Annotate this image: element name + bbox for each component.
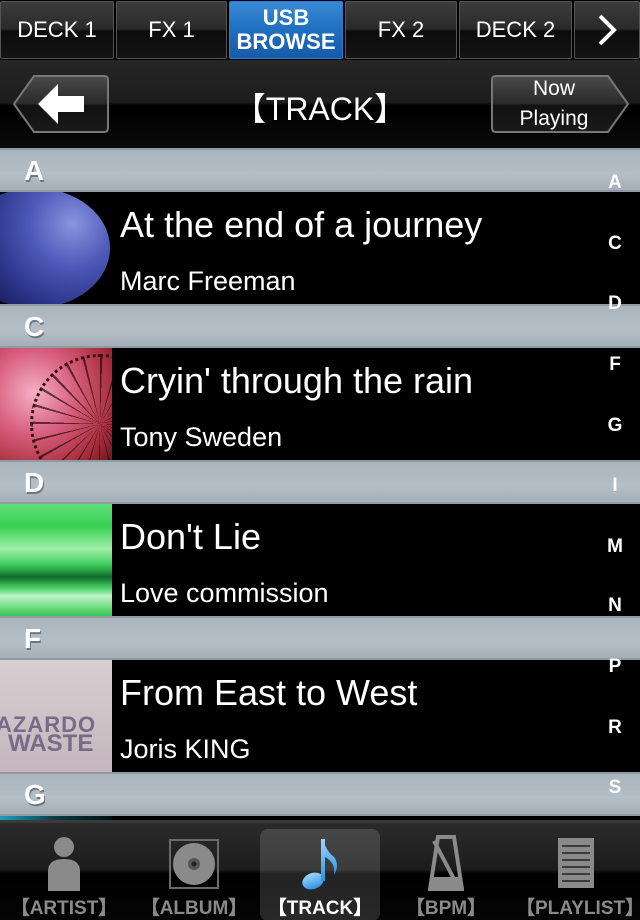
bottom-tab-bpm-label: 【BPM】	[405, 898, 487, 919]
disc-icon	[169, 839, 219, 889]
chevron-right-icon	[598, 14, 617, 46]
now-playing-label-line2: Playing	[519, 107, 589, 130]
album-art-planet	[0, 192, 112, 304]
now-playing-button[interactable]: Now Playing	[490, 74, 630, 134]
metronome-icon	[428, 835, 464, 891]
tab-fx-1-label: FX 1	[148, 17, 195, 42]
bottom-tab-album[interactable]: 【ALBUM】	[134, 829, 254, 920]
section-header-g: G	[0, 772, 640, 816]
now-playing-label-line1: Now	[532, 77, 575, 100]
index-letter[interactable]: I	[590, 475, 640, 497]
next-tabs-button[interactable]	[574, 1, 640, 59]
track-row[interactable]: AZARDO WASTE From East to West Joris KIN…	[0, 660, 640, 772]
bottom-tab-track-label: 【TRACK】	[267, 898, 373, 919]
index-letter[interactable]: M	[590, 536, 640, 558]
track-list[interactable]: A At the end of a journey Marc Freeman C…	[0, 148, 640, 820]
index-letter[interactable]: R	[590, 717, 640, 739]
album-art-ferris-wheel	[0, 348, 112, 460]
tab-deck-1[interactable]: DECK 1	[0, 1, 114, 59]
track-title: At the end of a journey	[120, 204, 483, 245]
bottom-tab-playlist[interactable]: 【PLAYLIST】	[516, 829, 640, 920]
track-title: Cryin' through the rain	[120, 360, 474, 401]
section-header-d: D	[0, 460, 640, 504]
top-tab-bar: DECK 1 FX 1 USB BROWSE FX 2 DECK 2	[0, 0, 640, 60]
bottom-tab-playlist-label: 【PLAYLIST】	[516, 898, 640, 919]
tab-deck-1-label: DECK 1	[17, 17, 97, 42]
music-note-icon	[302, 839, 337, 890]
bottom-tab-bar: 【ARTIST】 【ALBUM】 【TRACK】 【BPM】 【PLAYLIST…	[0, 820, 640, 920]
bottom-tab-track[interactable]: 【TRACK】	[260, 829, 380, 920]
tab-deck-2-label: DECK 2	[475, 17, 556, 42]
section-header-c: C	[0, 304, 640, 348]
tab-fx-1[interactable]: FX 1	[116, 1, 227, 59]
tab-usb-browse[interactable]: USB BROWSE	[229, 1, 343, 59]
index-letter[interactable]: D	[590, 293, 640, 315]
track-artist: Love commission	[120, 578, 329, 608]
section-letter: F	[24, 623, 42, 654]
section-letter: G	[24, 779, 46, 810]
section-letter: C	[24, 311, 45, 342]
index-letter[interactable]: P	[590, 656, 640, 678]
album-art-hazardous-waste: AZARDO WASTE	[0, 660, 112, 772]
tab-usb-browse-label-line1: USB	[262, 5, 310, 30]
bottom-tab-album-label: 【ALBUM】	[140, 898, 248, 919]
track-artist: Tony Sweden	[120, 422, 283, 452]
section-letter: D	[24, 467, 45, 498]
person-icon	[48, 837, 80, 891]
section-letter: A	[24, 155, 45, 186]
bottom-tab-bpm[interactable]: 【BPM】	[386, 829, 506, 920]
section-header-a: A	[0, 148, 640, 192]
tab-fx-2-label: FX 2	[377, 17, 425, 42]
index-letter[interactable]: S	[590, 777, 640, 799]
header-bar: 【TRACK】 Now Playing	[0, 60, 640, 148]
tab-usb-browse-label-line2: BROWSE	[236, 29, 336, 54]
alphabet-index[interactable]: A C D F G I M N P R S	[590, 148, 640, 820]
index-letter[interactable]: N	[590, 595, 640, 617]
section-header-f: F	[0, 616, 640, 660]
playlist-icon	[558, 838, 594, 888]
index-letter[interactable]: F	[590, 354, 640, 376]
track-artist: Joris KING	[120, 734, 251, 764]
track-title: Don't Lie	[120, 516, 261, 557]
tab-fx-2[interactable]: FX 2	[345, 1, 457, 59]
track-artist: Marc Freeman	[120, 266, 296, 296]
tab-deck-2[interactable]: DECK 2	[459, 1, 572, 59]
album-art-green-abstract	[0, 504, 112, 616]
bottom-tab-artist-label: 【ARTIST】	[10, 898, 118, 919]
index-letter[interactable]: G	[590, 415, 640, 437]
track-row[interactable]: At the end of a journey Marc Freeman	[0, 192, 640, 304]
album-art-text: WASTE	[8, 730, 94, 757]
track-row[interactable]: Don't Lie Love commission	[0, 504, 640, 616]
index-letter[interactable]: A	[590, 172, 640, 194]
bottom-tab-artist[interactable]: 【ARTIST】	[4, 829, 124, 920]
index-letter[interactable]: C	[590, 233, 640, 255]
track-title: From East to West	[120, 672, 418, 713]
track-row[interactable]: Cryin' through the rain Tony Sweden	[0, 348, 640, 460]
